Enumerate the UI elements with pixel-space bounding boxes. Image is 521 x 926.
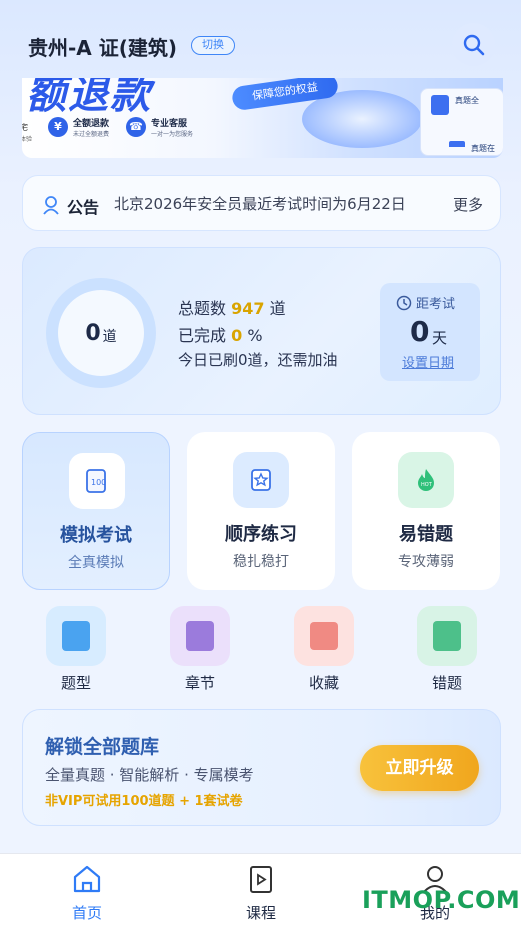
mode-title: 模拟考试 xyxy=(60,525,132,546)
countdown-value: 0 xyxy=(410,315,430,348)
shortcut-question-type[interactable]: 题型 xyxy=(45,606,107,693)
shortcut-wrong-questions[interactable]: 错题 xyxy=(416,606,478,693)
question-type-icon xyxy=(46,606,106,666)
vip-sub: 全量真题 · 智能解析 · 专属模考 xyxy=(45,766,254,784)
countdown-unit: 天 xyxy=(432,329,448,347)
app-header: 贵州-A 证(建筑) 切换 xyxy=(0,0,521,78)
vip-note: 非VIP可试用100道题 + 1套试卷 xyxy=(45,794,243,809)
vip-upgrade-card: 解锁全部题库 全量真题 · 智能解析 · 专属模考 非VIP可试用100道题 +… xyxy=(22,709,501,826)
svg-text:100: 100 xyxy=(91,478,106,487)
completed-rate: 已完成 0 % xyxy=(178,326,263,345)
feature-sub: 一对一为您服务 xyxy=(151,131,194,138)
vip-title: 解锁全部题库 xyxy=(45,736,160,758)
mode-sub: 稳扎稳打 xyxy=(233,554,289,570)
progress-ring: 0 道 xyxy=(46,278,156,388)
clock-icon xyxy=(396,295,412,310)
announcement-more-link[interactable]: 更多 xyxy=(453,194,483,215)
banner-edge-label: 宅 xyxy=(22,123,28,132)
announcement-text[interactable]: 北京2026年安全员最近考试时间为6月22日 xyxy=(114,193,439,214)
shortcut-chapters[interactable]: 章节 xyxy=(169,606,231,693)
graduation-cap-icon xyxy=(449,141,465,151)
done-count: 0 xyxy=(85,320,101,346)
total-questions: 总题数 947 道 xyxy=(178,299,286,318)
side-card-top: 真题全 xyxy=(455,96,479,105)
chapter-icon xyxy=(170,606,230,666)
nav-home[interactable]: 首页 xyxy=(47,862,127,923)
headset-icon: ☎ xyxy=(126,117,146,137)
mode-title: 顺序练习 xyxy=(225,524,297,545)
exam-title[interactable]: 贵州-A 证(建筑) xyxy=(28,32,177,61)
banner-feature-refund: ¥ 全额退款 未过全额退费 xyxy=(48,116,109,138)
star-book-icon xyxy=(233,452,289,508)
announcement-bar[interactable]: 公告 北京2026年安全员最近考试时间为6月22日 更多 xyxy=(22,175,501,231)
exam-paper-icon: 100 xyxy=(69,453,125,509)
upgrade-button[interactable]: 立即升级 xyxy=(360,745,479,791)
home-icon xyxy=(73,865,101,893)
feature-title: 全额退款 xyxy=(73,119,110,129)
document-icon xyxy=(431,95,449,115)
completed-value: 0 xyxy=(231,326,243,345)
favorites-icon xyxy=(294,606,354,666)
switch-exam-button[interactable]: 切换 xyxy=(191,36,235,55)
total-value: 947 xyxy=(231,299,265,318)
mode-sub: 全真模拟 xyxy=(68,555,124,571)
feature-sub: 未过全额退费 xyxy=(73,131,110,138)
watermark: ITMOP.COM xyxy=(362,886,521,914)
promo-banner[interactable]: 额退款 保障您的权益 宅 体验 ¥ 全额退款 未过全额退费 ☎ 专业客服 一对一… xyxy=(22,78,503,158)
nav-courses[interactable]: 课程 xyxy=(221,862,301,923)
countdown-label: 距考试 xyxy=(416,297,456,312)
mode-sub: 专攻薄弱 xyxy=(398,554,454,570)
done-unit: 道 xyxy=(102,329,117,345)
side-card-bottom: 真题在 xyxy=(471,144,495,153)
daily-tip: 今日已刷0道，还需加油 xyxy=(178,351,338,369)
banner-headline: 额退款 xyxy=(26,78,152,118)
set-date-link[interactable]: 设置日期 xyxy=(402,352,454,371)
mode-mock-exam[interactable]: 100 模拟考试 全真模拟 xyxy=(22,432,170,590)
mode-sequential-practice[interactable]: 顺序练习 稳扎稳打 xyxy=(187,432,335,590)
banner-feature-service: ☎ 专业客服 一对一为您服务 xyxy=(126,116,193,138)
search-button[interactable] xyxy=(452,23,495,66)
feature-title: 专业客服 xyxy=(151,119,188,129)
announcement-label: 公告 xyxy=(67,198,100,217)
shortcut-favorites[interactable]: 收藏 xyxy=(293,606,355,693)
refund-icon: ¥ xyxy=(48,117,68,137)
mode-error-prone[interactable]: HOT 易错题 专攻薄弱 xyxy=(352,432,500,590)
banner-edge-sub: 体验 xyxy=(22,136,33,143)
course-play-icon xyxy=(250,866,272,893)
banner-side-card: 真题全 真题在 xyxy=(420,88,503,156)
speaker-person-icon xyxy=(43,196,59,215)
svg-text:HOT: HOT xyxy=(421,482,433,488)
exam-countdown: 距考试 0 天 设置日期 xyxy=(380,283,480,381)
progress-card: 0 道 总题数 947 道 已完成 0 % 今日已刷0道，还需加油 距考试 0 … xyxy=(22,247,501,415)
wrong-questions-icon xyxy=(417,606,477,666)
hot-fire-icon: HOT xyxy=(398,452,454,508)
search-icon xyxy=(463,34,484,55)
mode-title: 易错题 xyxy=(399,524,453,545)
